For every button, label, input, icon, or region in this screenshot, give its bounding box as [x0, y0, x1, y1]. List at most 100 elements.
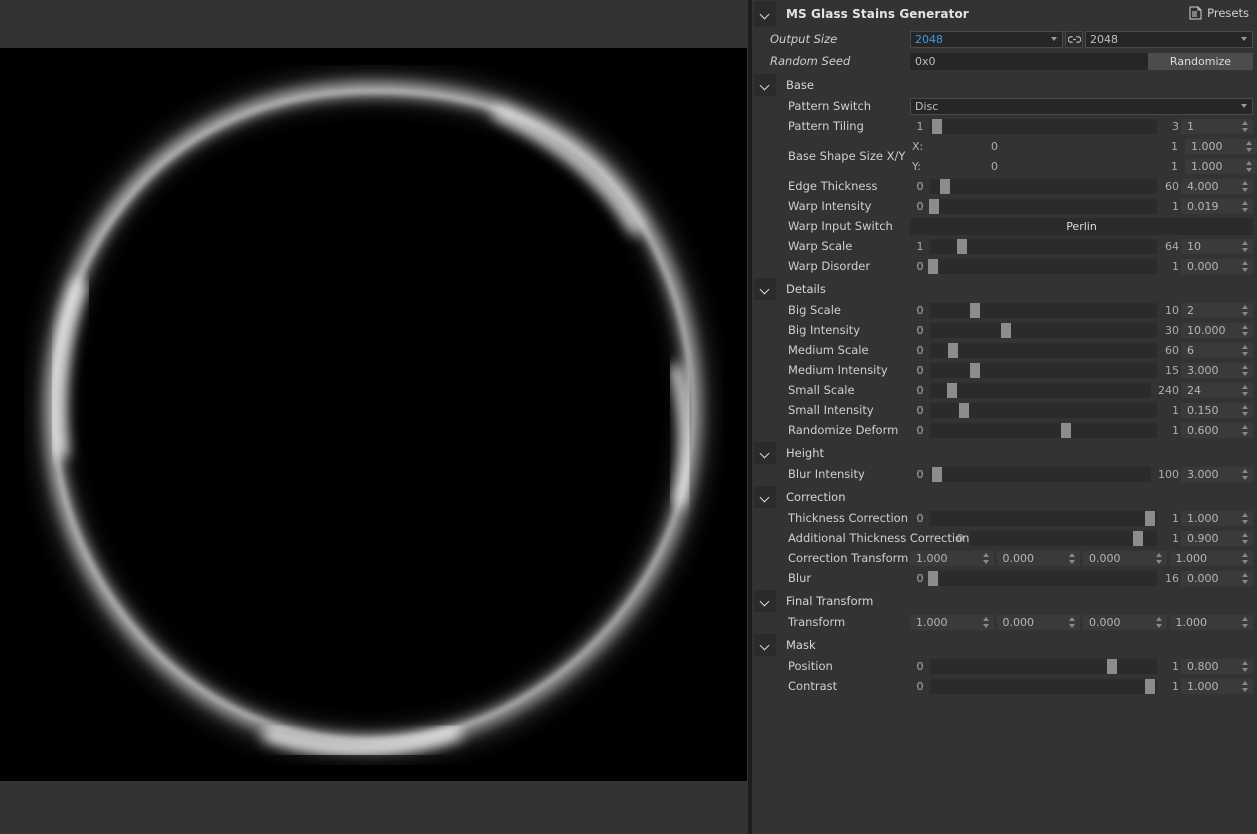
output-size-y-select[interactable]: 2048	[1085, 30, 1253, 48]
slider-small-scale[interactable]: 0 240	[910, 382, 1181, 398]
section-header-correction[interactable]: Correction	[752, 486, 1257, 508]
slider-handle[interactable]	[959, 402, 970, 418]
spinner-arrows-icon[interactable]	[1241, 424, 1250, 437]
slider-handle[interactable]	[1000, 322, 1011, 338]
slider-handle[interactable]	[1133, 530, 1144, 546]
spinner-arrows-icon[interactable]	[1241, 680, 1250, 693]
slider-blur-intensity[interactable]: 0 100	[910, 466, 1181, 482]
numeric-input-thickness-correction[interactable]: 1.000	[1181, 510, 1253, 526]
slider-edge-thickness[interactable]: 0 60	[910, 178, 1181, 194]
numeric-input-position[interactable]: 0.800	[1181, 658, 1253, 674]
slider-track[interactable]	[930, 362, 1157, 378]
slider-warp-disorder[interactable]: 01	[910, 258, 1181, 274]
section-collapse-correction[interactable]	[754, 486, 776, 508]
spinner-arrows-icon[interactable]	[1241, 364, 1250, 377]
numeric-input-correction-transform-4[interactable]: 1.000	[1169, 550, 1253, 566]
numeric-input-big-intensity[interactable]: 10.000	[1181, 322, 1253, 338]
spinner-arrows-icon[interactable]	[1241, 344, 1250, 357]
spinner-arrows-icon[interactable]	[1241, 200, 1250, 213]
section-header-height[interactable]: Height	[752, 442, 1257, 464]
section-header-final-transform[interactable]: Final Transform	[752, 590, 1257, 612]
slider-randomize-deform[interactable]: 01	[910, 422, 1181, 438]
spinner-arrows-icon[interactable]	[1241, 120, 1250, 133]
slider-position[interactable]: 01	[910, 658, 1181, 674]
slider-track[interactable]	[927, 258, 1157, 274]
spinner-arrows-icon[interactable]	[1241, 552, 1250, 565]
spinner-arrows-icon[interactable]	[1245, 140, 1254, 153]
slider-thickness-correction[interactable]: 01	[910, 510, 1181, 526]
slider-handle[interactable]	[1061, 422, 1072, 438]
spinner-arrows-icon[interactable]	[1241, 468, 1250, 481]
spinner-arrows-icon[interactable]	[1241, 404, 1250, 417]
slider-pattern-tiling[interactable]: 13	[910, 118, 1181, 134]
section-collapse-details[interactable]	[754, 278, 776, 300]
slider-medium-intensity[interactable]: 0 15	[910, 362, 1181, 378]
numeric-input-correction-transform-3[interactable]: 0.000	[1083, 550, 1167, 566]
slider-handle[interactable]	[927, 570, 938, 586]
numeric-input-randomize-deform[interactable]: 0.600	[1181, 422, 1253, 438]
slider-small-intensity[interactable]: 01	[910, 402, 1181, 418]
numeric-input-base-shape-size-x-y-x[interactable]: 1.000	[1185, 138, 1257, 154]
slider-track[interactable]	[930, 382, 1151, 398]
spinner-arrows-icon[interactable]	[982, 616, 991, 629]
slider-track[interactable]	[930, 422, 1157, 438]
spinner-arrows-icon[interactable]	[1241, 240, 1250, 253]
slider-track[interactable]	[930, 658, 1157, 674]
slider-medium-scale[interactable]: 0 60	[910, 342, 1181, 358]
slider-handle[interactable]	[1106, 658, 1117, 674]
slider-handle[interactable]	[931, 466, 942, 482]
slider-track[interactable]	[970, 530, 1157, 546]
numeric-input-warp-scale[interactable]: 10	[1181, 238, 1253, 254]
spinner-arrows-icon[interactable]	[1241, 384, 1250, 397]
numeric-input-transform-1[interactable]: 1.000	[910, 614, 994, 630]
slider-big-scale[interactable]: 0 10	[910, 302, 1181, 318]
slider-track[interactable]	[930, 178, 1157, 194]
slider-big-intensity[interactable]: 0 30	[910, 322, 1181, 338]
numeric-input-medium-intensity[interactable]: 3.000	[1181, 362, 1253, 378]
numeric-input-warp-disorder[interactable]: 0.000	[1181, 258, 1253, 274]
numeric-input-correction-transform-1[interactable]: 1.000	[910, 550, 994, 566]
spinner-arrows-icon[interactable]	[1068, 616, 1077, 629]
numeric-input-big-scale[interactable]: 2	[1181, 302, 1253, 318]
numeric-input-pattern-tiling[interactable]: 1	[1181, 118, 1253, 134]
spinner-arrows-icon[interactable]	[1241, 324, 1250, 337]
slider-track[interactable]	[930, 402, 1157, 418]
slider-handle[interactable]	[1145, 678, 1156, 694]
spinner-arrows-icon[interactable]	[1155, 552, 1164, 565]
randomize-button[interactable]: Randomize	[1148, 52, 1253, 70]
output-size-link-toggle[interactable]	[1065, 30, 1083, 48]
slider-track[interactable]	[930, 466, 1151, 482]
slider-handle[interactable]	[947, 382, 958, 398]
section-collapse-mask[interactable]	[754, 634, 776, 656]
spinner-arrows-icon[interactable]	[1245, 160, 1254, 173]
numeric-input-additional-thickness-correction[interactable]: 0.900	[1181, 530, 1253, 546]
slider-blur[interactable]: 0 16	[910, 570, 1181, 586]
slider-handle[interactable]	[957, 238, 968, 254]
spinner-arrows-icon[interactable]	[1241, 616, 1250, 629]
preview-canvas[interactable]	[0, 48, 747, 781]
output-size-x-select[interactable]: 2048	[910, 30, 1063, 48]
slider-additional-thickness-correction[interactable]: 01	[950, 530, 1181, 546]
section-collapse-final-transform[interactable]	[754, 590, 776, 612]
numeric-input-transform-2[interactable]: 0.000	[996, 614, 1080, 630]
slider-warp-intensity[interactable]: 01	[910, 198, 1181, 214]
section-header-mask[interactable]: Mask	[752, 634, 1257, 656]
slider-track[interactable]	[930, 302, 1157, 318]
section-header-base[interactable]: Base	[752, 74, 1257, 96]
spinner-arrows-icon[interactable]	[1241, 304, 1250, 317]
spinner-arrows-icon[interactable]	[1241, 660, 1250, 673]
spinner-arrows-icon[interactable]	[1241, 260, 1250, 273]
spinner-arrows-icon[interactable]	[1155, 616, 1164, 629]
spinner-arrows-icon[interactable]	[1241, 572, 1250, 585]
slider-track[interactable]	[930, 342, 1157, 358]
slider-track[interactable]	[930, 678, 1157, 694]
numeric-input-small-scale[interactable]: 24	[1181, 382, 1253, 398]
slider-handle[interactable]	[1145, 510, 1156, 526]
select-pattern-switch[interactable]: Disc	[910, 97, 1253, 115]
slider-handle[interactable]	[939, 178, 950, 194]
spinner-arrows-icon[interactable]	[1241, 532, 1250, 545]
slider-track[interactable]	[927, 570, 1157, 586]
slider-handle[interactable]	[947, 342, 958, 358]
slider-handle[interactable]	[929, 198, 940, 214]
spinner-arrows-icon[interactable]	[1241, 512, 1250, 525]
